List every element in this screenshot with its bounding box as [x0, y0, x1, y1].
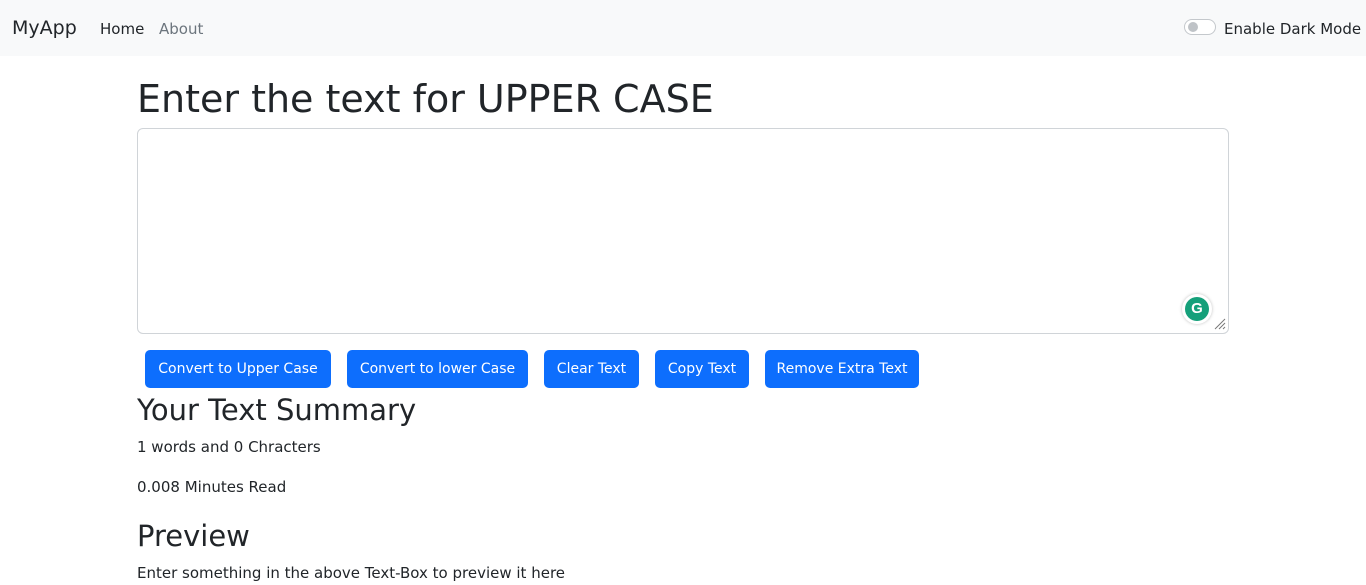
- remove-extra-text-button[interactable]: Remove Extra Text: [765, 350, 919, 388]
- nav-link-about[interactable]: About: [159, 19, 203, 39]
- toggle-knob: [1188, 22, 1198, 32]
- brand-link[interactable]: MyApp: [12, 14, 77, 42]
- preview-title: Preview: [137, 519, 250, 553]
- navbar: MyApp Home About Enable Dark Mode: [0, 0, 1366, 56]
- clear-text-button[interactable]: Clear Text: [544, 350, 639, 388]
- page-heading: Enter the text for UPPER CASE: [137, 77, 714, 121]
- text-input[interactable]: [137, 128, 1229, 334]
- dark-mode-toggle[interactable]: [1184, 19, 1216, 35]
- grammarly-g-icon[interactable]: G: [1182, 294, 1212, 324]
- convert-lower-button[interactable]: Convert to lower Case: [347, 350, 528, 388]
- summary-title: Your Text Summary: [137, 393, 417, 427]
- word-count-text: 1 words and 0 Chracters: [137, 438, 321, 456]
- nav-link-home[interactable]: Home: [100, 19, 144, 39]
- resize-grip-icon[interactable]: [1212, 316, 1226, 330]
- preview-text: Enter something in the above Text-Box to…: [137, 564, 566, 582]
- copy-text-button[interactable]: Copy Text: [655, 350, 749, 388]
- read-time-text: 0.008 Minutes Read: [137, 478, 287, 496]
- convert-upper-button[interactable]: Convert to Upper Case: [145, 350, 331, 388]
- dark-mode-label[interactable]: Enable Dark Mode: [1224, 19, 1361, 39]
